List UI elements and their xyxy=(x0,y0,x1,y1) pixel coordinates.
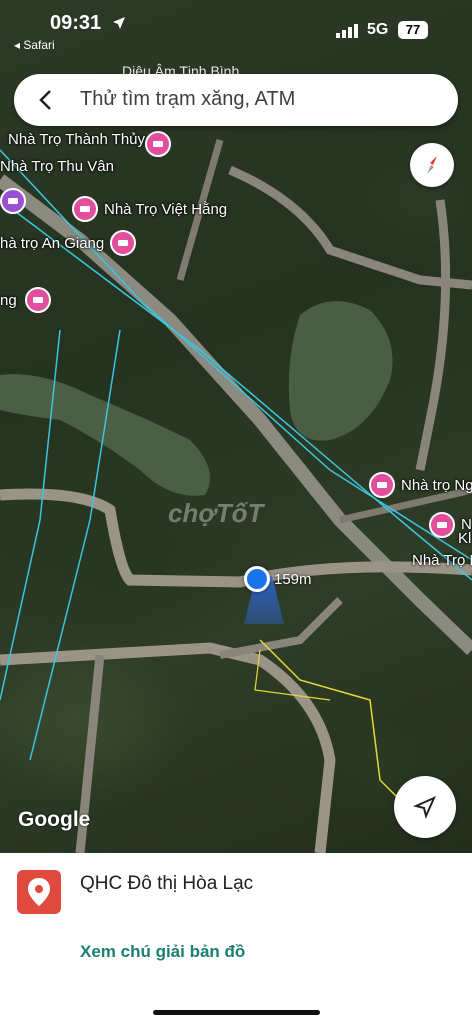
poi-label[interactable]: Nhà Trọ Thành Thủy xyxy=(2,131,145,148)
home-indicator xyxy=(153,1010,320,1015)
search-bar[interactable]: Thử tìm trạm xăng, ATM xyxy=(14,74,458,126)
poi-label-text: Kl xyxy=(458,530,472,547)
poi-label[interactable]: Kl xyxy=(458,530,471,547)
poi-marker[interactable]: hà trọ An Giang xyxy=(0,230,137,256)
navigate-button[interactable] xyxy=(394,776,456,838)
back-arrow-icon[interactable] xyxy=(32,86,60,114)
map-view[interactable] xyxy=(0,0,472,853)
search-input[interactable]: Thử tìm trạm xăng, ATM xyxy=(80,88,295,111)
status-time: 09:31 xyxy=(50,12,102,34)
distance-label: 159m xyxy=(274,571,312,588)
place-pin-icon xyxy=(17,870,61,914)
map-legend-link[interactable]: Xem chú giải bản đồ xyxy=(80,942,245,962)
place-title[interactable]: QHC Đô thị Hòa Lạc xyxy=(80,873,253,895)
poi-label-text: Nhà Trọ Việt Hằng xyxy=(104,200,228,218)
signal-icon xyxy=(336,24,358,38)
poi-label-text: Nhà Trọ Thành Thủy xyxy=(8,131,146,148)
lodging-icon xyxy=(429,512,455,538)
poi-marker[interactable] xyxy=(145,131,171,157)
poi-label-text: Nhà Trọ K xyxy=(412,552,472,569)
poi-marker[interactable]: Nhà trọ Ng xyxy=(369,472,472,498)
poi-label-text: hà trọ An Giang xyxy=(0,234,105,252)
compass-icon xyxy=(427,156,437,174)
network-type: 5G xyxy=(367,21,389,38)
battery-level: 77 xyxy=(398,21,428,39)
back-to-safari[interactable]: ◂ Safari xyxy=(14,38,55,52)
navigation-arrow-icon xyxy=(412,796,436,820)
map-roads xyxy=(0,139,472,853)
bottom-sheet: QHC Đô thị Hòa Lạc Xem chú giải bản đồ xyxy=(0,853,472,1024)
google-logo: Google xyxy=(18,808,91,831)
lodging-icon xyxy=(145,131,171,157)
lodging-icon xyxy=(72,196,98,222)
lodging-icon xyxy=(369,472,395,498)
poi-label[interactable]: Nhà Trọ Thu Vân xyxy=(0,158,114,175)
poi-label-text: Nhà Trọ Thu Vân xyxy=(0,158,114,175)
status-bar: 09:31 ◂ Safari 5G 77 xyxy=(0,0,472,60)
poi-label-text: Nhà trọ Ng xyxy=(401,476,472,494)
lodging-icon xyxy=(24,287,51,313)
watermark: chợTốT xyxy=(168,498,264,528)
current-location-dot xyxy=(244,566,270,592)
location-arrow-icon xyxy=(113,17,125,29)
poi-marker[interactable] xyxy=(0,188,26,214)
compass-button[interactable] xyxy=(410,143,454,187)
poi-label[interactable]: Nhà Trọ K xyxy=(412,552,472,569)
lodging-icon xyxy=(110,230,137,256)
poi-marker[interactable]: ng xyxy=(0,287,51,313)
poi-marker[interactable]: Nhà Trọ Việt Hằng xyxy=(72,196,227,222)
poi-label-text: ng xyxy=(0,291,17,309)
place-icon xyxy=(0,188,26,214)
